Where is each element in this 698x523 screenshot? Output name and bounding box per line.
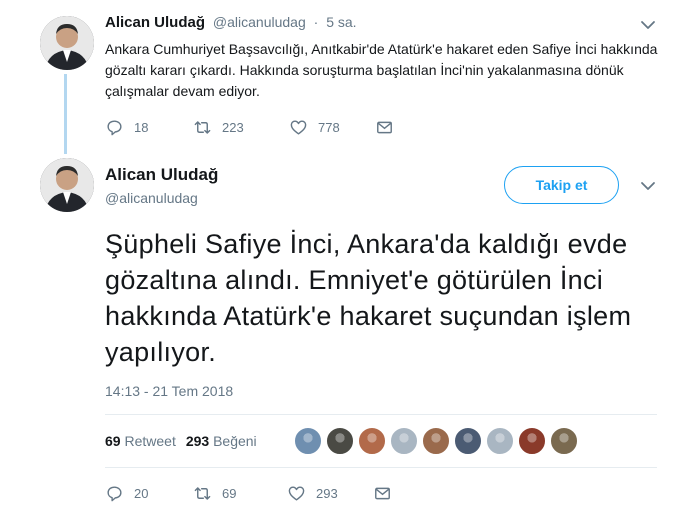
- liker-avatar[interactable]: [454, 427, 482, 455]
- reply-button[interactable]: 20: [105, 484, 193, 503]
- reply-count: 20: [134, 486, 149, 501]
- retweet-button[interactable]: 69: [193, 484, 287, 503]
- author-name[interactable]: Alican Uludağ: [105, 165, 218, 185]
- like-count: 293: [316, 486, 338, 501]
- like-stat-count: 293: [185, 433, 210, 449]
- like-stat[interactable]: 293 Beğeni: [186, 433, 257, 449]
- author-handle[interactable]: @alicanuludag: [105, 190, 198, 206]
- heart-icon: [290, 120, 307, 135]
- liker-avatar[interactable]: [390, 427, 418, 455]
- tweet-text: Şüpheli Safiye İnci, Ankara'da kaldığı e…: [105, 229, 632, 367]
- envelope-icon: [377, 121, 392, 134]
- author-name[interactable]: Alican Uludağ: [105, 14, 205, 31]
- liker-avatar[interactable]: [486, 427, 514, 455]
- like-button[interactable]: 778: [289, 118, 375, 137]
- tweet-text: Ankara Cumhuriyet Başsavcılığı, Anıtkabi…: [105, 41, 658, 99]
- liker-avatar[interactable]: [518, 427, 546, 455]
- like-button[interactable]: 293: [287, 484, 373, 503]
- retweet-icon: [194, 121, 211, 134]
- tweet-timestamp[interactable]: 14:13 - 21 Tem 2018: [105, 383, 233, 399]
- tweet-actions: 20 69 293: [105, 484, 461, 503]
- reply-icon: [107, 120, 122, 136]
- liker-avatar[interactable]: [358, 427, 386, 455]
- reply-count: 18: [134, 120, 149, 135]
- heart-icon: [288, 486, 305, 501]
- chevron-down-icon[interactable]: [640, 19, 656, 31]
- retweet-stat-label: Retweet: [124, 433, 176, 449]
- liker-avatar[interactable]: [422, 427, 450, 455]
- liker-avatar[interactable]: [326, 427, 354, 455]
- divider: [105, 414, 657, 415]
- tweet-actions: 18 223 778: [105, 118, 463, 137]
- retweet-icon: [194, 487, 211, 500]
- retweet-count: 69: [222, 486, 237, 501]
- separator: ·: [313, 14, 319, 30]
- liker-avatar[interactable]: [550, 427, 578, 455]
- liker-avatar[interactable]: [294, 427, 322, 455]
- divider: [105, 467, 657, 468]
- tweet-time[interactable]: 5 sa.: [326, 14, 356, 30]
- retweet-count: 223: [222, 120, 244, 135]
- like-stat-label: Beğeni: [213, 433, 257, 449]
- envelope-icon: [375, 487, 390, 500]
- retweet-stat-count: 69: [105, 433, 121, 449]
- message-button[interactable]: [373, 484, 461, 503]
- avatar[interactable]: [40, 16, 94, 70]
- tweet-stats: 69 Retweet 293 Beğeni: [105, 433, 257, 449]
- follow-button[interactable]: Takip et: [504, 166, 619, 204]
- author-handle[interactable]: @alicanuludag: [213, 14, 306, 30]
- retweet-stat[interactable]: 69 Retweet: [105, 433, 176, 449]
- tweet-header: Alican Uludağ @alicanuludag · 5 sa.: [105, 14, 357, 31]
- reply-icon: [107, 486, 122, 502]
- chevron-down-icon[interactable]: [640, 180, 656, 192]
- message-button[interactable]: [375, 118, 463, 137]
- liker-avatars: [294, 427, 582, 455]
- thread-line: [64, 74, 67, 154]
- like-count: 778: [318, 120, 340, 135]
- avatar[interactable]: [40, 158, 94, 212]
- retweet-button[interactable]: 223: [193, 118, 289, 137]
- reply-button[interactable]: 18: [105, 118, 193, 137]
